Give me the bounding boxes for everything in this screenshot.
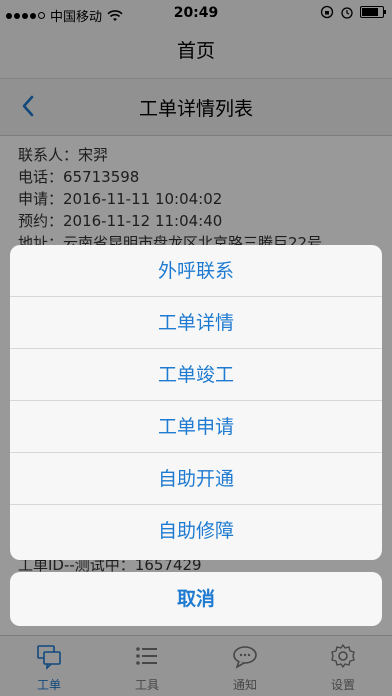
action-sheet: 外呼联系 工单详情 工单竣工 工单申请 自助开通 自助修障 [10, 245, 382, 560]
action-self-repair[interactable]: 自助修障 [10, 505, 382, 557]
cancel-button[interactable]: 取消 [10, 572, 382, 626]
action-order-complete[interactable]: 工单竣工 [10, 349, 382, 401]
action-self-activate[interactable]: 自助开通 [10, 453, 382, 505]
action-order-detail[interactable]: 工单详情 [10, 297, 382, 349]
action-call-out[interactable]: 外呼联系 [10, 245, 382, 297]
action-order-apply[interactable]: 工单申请 [10, 401, 382, 453]
